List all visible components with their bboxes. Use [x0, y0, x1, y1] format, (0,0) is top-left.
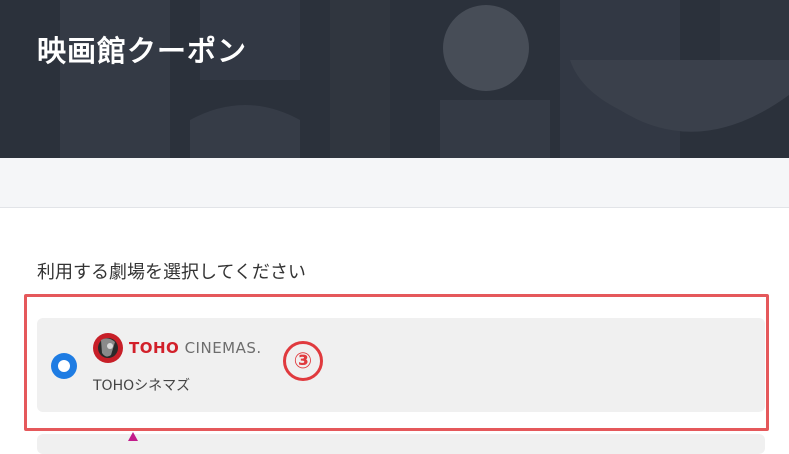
theater-option-next[interactable]: [37, 434, 765, 454]
pointer-arrow-icon: [128, 432, 138, 441]
toolbar-band: [0, 158, 789, 208]
hero-banner: 映画館クーポン: [0, 0, 789, 158]
hero-decoration: [60, 0, 789, 158]
step-highlight-box: [24, 294, 769, 431]
theater-section-label: 利用する劇場を選択してください: [37, 262, 306, 283]
step-number-badge: ③: [283, 341, 323, 381]
page-title: 映画館クーポン: [37, 34, 248, 68]
